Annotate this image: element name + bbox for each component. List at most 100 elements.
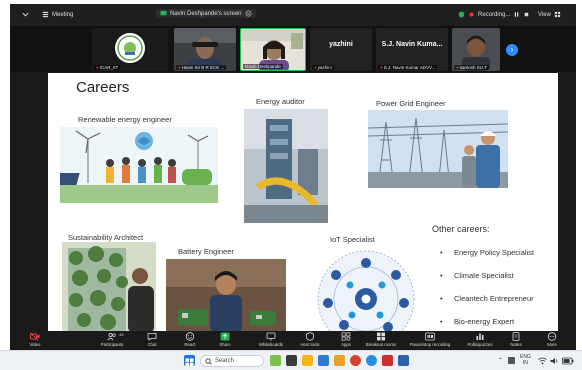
participant-name: ●yazhini xyxy=(312,65,334,70)
participant-tile[interactable]: S.J. Navin Kuma... ●S.J. Navin Kumar ADV… xyxy=(376,28,448,71)
chat-button[interactable]: Chat xyxy=(142,332,162,347)
other-careers-list: • Energy Policy Specialist • Climate Speci… xyxy=(440,248,534,333)
participant-name: ●Hansi Sri B R ECE ... xyxy=(176,65,227,70)
collapse-chevron-icon[interactable] xyxy=(22,11,29,18)
participants-icon xyxy=(107,332,116,341)
participant-tile-active[interactable]: Navin Deshpande xyxy=(240,28,306,71)
apps-icon xyxy=(341,332,351,341)
polls-icon xyxy=(476,333,484,340)
shield-icon xyxy=(306,332,314,341)
power-grid-photo xyxy=(368,110,508,188)
mic-muted-icon: ● xyxy=(380,65,383,70)
app-icon[interactable] xyxy=(398,355,409,366)
edge-icon[interactable] xyxy=(318,355,329,366)
shield-icon xyxy=(458,11,465,18)
participants-label: Participants xyxy=(100,342,124,347)
taskbar-search[interactable]: Search xyxy=(200,355,264,367)
renewable-energy-illustration xyxy=(60,127,218,203)
file-explorer-icon[interactable] xyxy=(302,355,313,366)
recording-indicator[interactable]: Recording... xyxy=(458,11,530,18)
screen-share-icon xyxy=(160,10,167,16)
participant-name: ●santosh SU.T xyxy=(454,65,489,70)
mic-muted-icon: ● xyxy=(456,65,459,70)
list-item: • Energy Policy Specialist xyxy=(440,248,535,257)
volume-icon[interactable] xyxy=(550,357,559,365)
list-item: • Climate Specialist xyxy=(440,271,514,280)
wifi-icon[interactable] xyxy=(538,357,547,365)
participants-strip: ●ICAR_IIT ●Hansi Sri B R ECE ... Navin D… xyxy=(10,26,576,72)
app-icon[interactable] xyxy=(382,355,393,366)
participant-name: Navin Deshpande xyxy=(243,64,283,69)
list-item: • Cleantech Entrepreneur xyxy=(440,294,534,303)
participants-button[interactable]: Participants 43 xyxy=(94,332,130,347)
windows-start-icon[interactable] xyxy=(184,355,195,367)
recording-dot-icon xyxy=(469,12,474,17)
chat-icon xyxy=(147,333,157,341)
tray-chevron-icon[interactable]: ⌃ xyxy=(498,357,503,364)
search-icon xyxy=(205,358,212,365)
whiteboards-button[interactable]: Whiteboards xyxy=(254,332,288,347)
participants-count-badge: 43 xyxy=(119,332,124,337)
grid-view-icon xyxy=(554,11,561,18)
career-label: IoT Specialist xyxy=(330,235,375,244)
career-label: Battery Engineer xyxy=(178,247,234,256)
host-tools-button[interactable]: Host tools xyxy=(296,332,324,347)
search-placeholder: Search xyxy=(215,358,235,364)
meeting-toolbar: Video Participants 43 Chat React Share W… xyxy=(10,331,576,350)
career-label: Sustainability Architect xyxy=(68,233,144,242)
task-view-icon[interactable] xyxy=(286,355,297,366)
participant-label: S.J. Navin Kuma... xyxy=(381,41,443,48)
pause-stop-recording-button[interactable]: Pause/stop recording xyxy=(406,332,454,347)
shared-slide: Careers Renewable energy engineer Energy… xyxy=(48,73,558,333)
mic-muted-icon: ● xyxy=(314,65,317,70)
participant-name: ●ICAR_IIT xyxy=(94,65,121,70)
participant-tile[interactable]: yazhini ●yazhini xyxy=(310,28,372,71)
video-button[interactable]: Video xyxy=(24,332,46,347)
sustainability-architect-photo xyxy=(62,242,156,333)
share-screen-icon xyxy=(220,332,230,341)
recording-controls-icon xyxy=(425,332,435,341)
breakout-rooms-button[interactable]: Breakout rooms xyxy=(364,332,398,347)
widgets-icon[interactable] xyxy=(270,355,281,366)
apps-button[interactable]: Apps xyxy=(336,332,356,347)
polls-quizzes-button[interactable]: Polls/quizzes xyxy=(464,332,496,347)
participant-tile[interactable]: ●Hansi Sri B R ECE ... xyxy=(174,28,236,71)
participant-tile[interactable]: ●ICAR_IIT xyxy=(92,28,168,71)
meeting-menu-icon xyxy=(42,11,49,18)
zoom-icon[interactable] xyxy=(366,355,377,366)
react-button[interactable]: React xyxy=(180,332,200,347)
career-label: Renewable energy engineer xyxy=(78,115,172,124)
stop-icon[interactable] xyxy=(523,11,530,18)
recording-label: Recording... xyxy=(478,11,511,18)
chrome-icon[interactable] xyxy=(350,355,361,366)
share-options-icon[interactable] xyxy=(245,10,252,17)
career-label: Power Grid Engineer xyxy=(376,99,446,108)
breakout-rooms-icon xyxy=(377,332,385,341)
meeting-menu[interactable]: Meeting xyxy=(42,11,73,18)
share-label: Navin Deshpande's screen xyxy=(170,10,242,17)
notes-button[interactable]: Notes xyxy=(506,332,526,347)
next-participants-button[interactable]: › xyxy=(506,44,518,56)
folder-icon[interactable] xyxy=(334,355,345,366)
view-menu[interactable]: View xyxy=(538,11,561,18)
video-off-icon xyxy=(30,332,40,341)
pause-icon[interactable] xyxy=(513,11,520,18)
top-bar: Meeting Navin Deshpande's screen Recordi… xyxy=(10,4,576,26)
view-label: View xyxy=(538,11,551,18)
energy-auditor-photo xyxy=(244,109,328,223)
language-indicator[interactable]: ENG IN xyxy=(520,354,531,366)
participant-tile[interactable]: ●santosh SU.T xyxy=(452,28,500,71)
mic-muted-icon: ● xyxy=(178,65,181,70)
participant-name: ●S.J. Navin Kumar ADVV... xyxy=(378,65,438,70)
share-indicator[interactable]: Navin Deshpande's screen xyxy=(156,9,256,18)
zoom-window: Meeting Navin Deshpande's screen Recordi… xyxy=(10,4,576,350)
windows-taskbar: Search ⌃ ENG IN xyxy=(0,350,582,370)
more-button[interactable]: More xyxy=(542,332,562,347)
share-button[interactable]: Share xyxy=(214,332,236,347)
mic-muted-icon: ● xyxy=(96,65,99,70)
other-careers-title: Other careers: xyxy=(432,224,490,234)
battery-icon[interactable] xyxy=(562,357,574,365)
smiley-icon xyxy=(185,332,195,341)
chevron-right-icon: › xyxy=(510,45,514,54)
tray-app-icon[interactable] xyxy=(508,357,515,364)
